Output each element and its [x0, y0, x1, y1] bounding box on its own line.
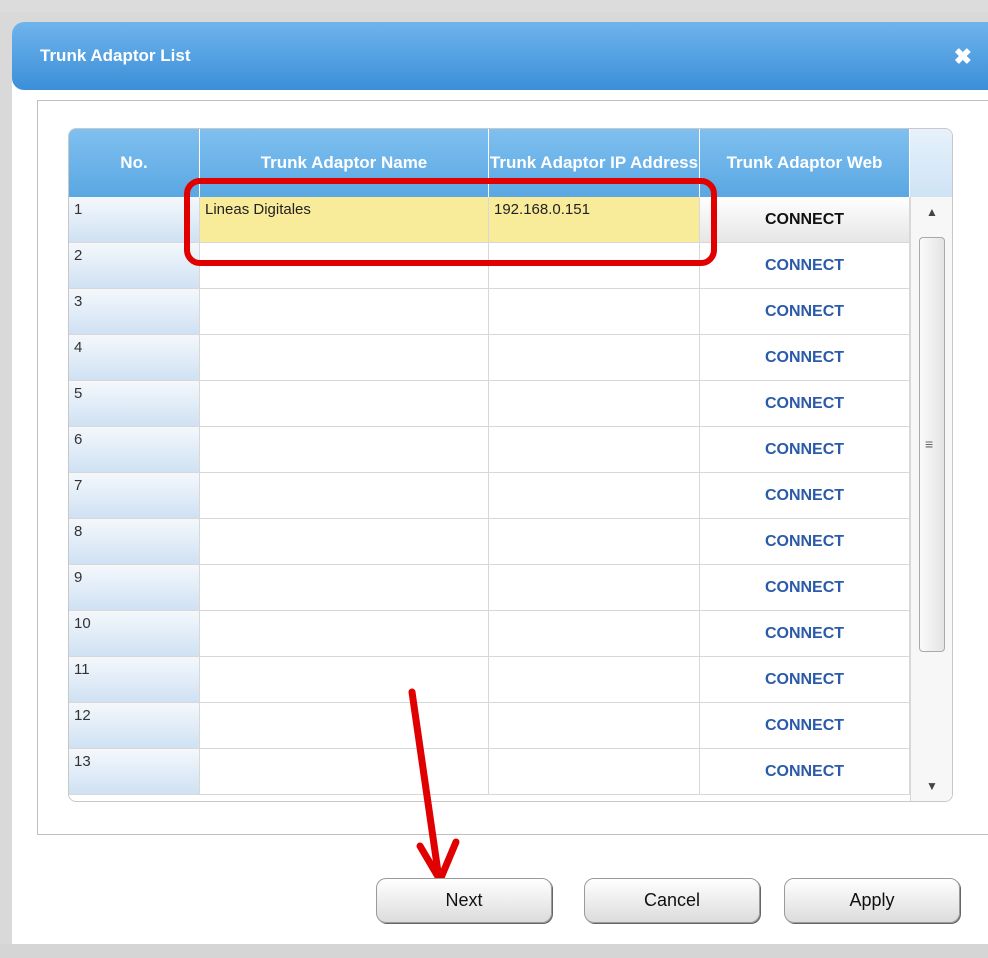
next-button[interactable]: Next [376, 878, 552, 923]
annotation-arrow-icon [408, 688, 460, 884]
cancel-button[interactable]: Cancel [584, 878, 760, 923]
background-strip-bottom [0, 944, 988, 958]
apply-button[interactable]: Apply [784, 878, 960, 923]
